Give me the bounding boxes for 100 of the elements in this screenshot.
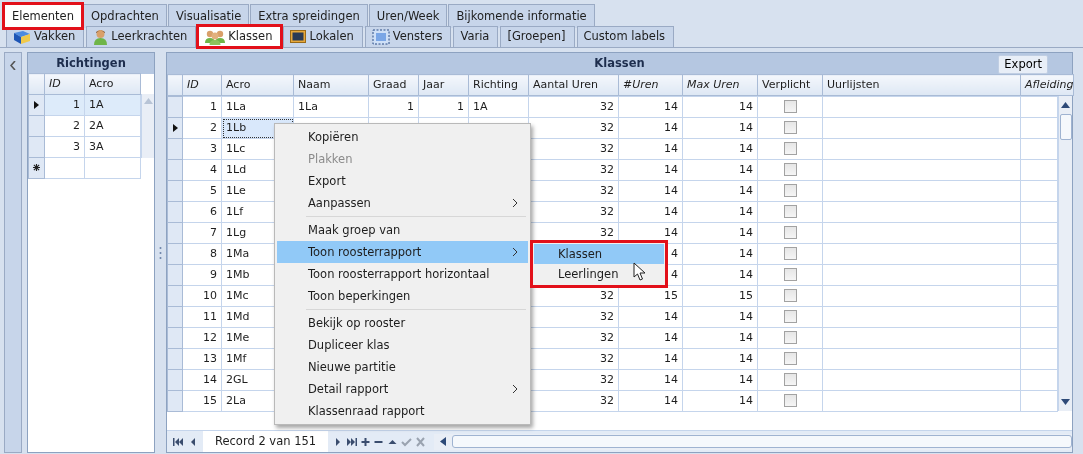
scroll-down-icon[interactable] <box>1061 399 1070 405</box>
table-cell: 9 <box>182 264 222 286</box>
table-cell: 10 <box>182 285 222 307</box>
column-header[interactable]: Acro <box>221 74 294 96</box>
table-cell: 32 <box>528 96 619 118</box>
table-cell: 2 <box>182 117 222 139</box>
column-header[interactable]: Naam <box>293 74 369 96</box>
table-cell: 2A <box>84 115 141 137</box>
checkbox[interactable] <box>783 100 797 114</box>
tab[interactable]: Leerkrachten <box>86 26 197 47</box>
table-cell: 14 <box>618 369 683 391</box>
table-cell: 14 <box>618 180 683 202</box>
table-cell: 14 <box>682 243 758 265</box>
checkbox[interactable] <box>783 352 797 366</box>
checkbox[interactable] <box>783 184 797 198</box>
splitter-grip-icon[interactable] <box>159 245 162 260</box>
column-header[interactable]: #Uren <box>618 74 683 96</box>
scrollbar[interactable] <box>1058 96 1072 411</box>
export-button[interactable]: Export <box>998 55 1048 74</box>
table-cell: 14 <box>618 306 683 328</box>
table-cell: 4 <box>182 159 222 181</box>
table-cell: 3 <box>44 136 85 158</box>
column-header[interactable]: Uurlijsten <box>822 74 1021 96</box>
column-header[interactable]: Max Uren <box>682 74 758 96</box>
scroll-thumb[interactable] <box>1059 114 1072 140</box>
column-header[interactable]: Acro <box>84 73 141 95</box>
last-record-icon[interactable] <box>345 436 357 447</box>
table-cell: 12 <box>182 327 222 349</box>
table-cell: 14 <box>682 159 758 181</box>
table-cell: 1 <box>418 96 469 118</box>
table-cell: 8 <box>182 243 222 265</box>
table-cell: 14 <box>618 201 683 223</box>
scrollbar[interactable] <box>141 94 154 158</box>
table-cell: 14 <box>682 306 758 328</box>
checkbox[interactable] <box>783 310 797 324</box>
table-cell: 1 <box>368 96 419 118</box>
check-icon[interactable] <box>400 436 412 447</box>
tab[interactable]: Custom labels <box>576 26 675 47</box>
people-icon <box>205 29 226 45</box>
column-header[interactable]: Jaar <box>418 74 469 96</box>
checkbox[interactable] <box>783 268 797 282</box>
menu-item[interactable]: Toon roosterrapport <box>277 241 528 263</box>
table-cell: 15 <box>682 285 758 307</box>
tab[interactable]: Uren/Week <box>368 4 448 28</box>
table-cell: 14 <box>682 138 758 160</box>
cancel-icon[interactable] <box>414 436 426 447</box>
table-cell: 14 <box>618 159 683 181</box>
column-header[interactable]: Aantal Uren <box>528 74 619 96</box>
checkbox[interactable] <box>783 226 797 240</box>
table-cell: 15 <box>182 390 222 412</box>
table-cell: 14 <box>682 117 758 139</box>
add-icon[interactable] <box>359 436 371 447</box>
table-cell: 14 <box>682 96 758 118</box>
checkbox[interactable] <box>783 205 797 219</box>
tab[interactable]: Elementen <box>4 4 82 28</box>
tab[interactable]: Bijkomende informatie <box>448 4 595 28</box>
column-header[interactable]: Afleiding <box>1020 74 1074 96</box>
table-cell: 14 <box>618 138 683 160</box>
table-cell: 14 <box>682 180 758 202</box>
tab[interactable]: Lokalen <box>283 26 363 47</box>
collapse-icon[interactable] <box>10 61 16 70</box>
checkbox[interactable] <box>783 331 797 345</box>
horizontal-scrollbar[interactable] <box>433 433 1072 450</box>
checkbox[interactable] <box>783 247 797 261</box>
mouse-pointer-icon <box>633 262 646 281</box>
scroll-up-icon[interactable] <box>1061 102 1070 108</box>
checkbox[interactable] <box>783 289 797 303</box>
table-cell: 11 <box>182 306 222 328</box>
tab[interactable]: Varia <box>453 26 499 47</box>
checkbox[interactable] <box>783 142 797 156</box>
column-header[interactable]: Verplicht <box>757 74 823 96</box>
checkbox[interactable] <box>783 121 797 135</box>
tab[interactable]: [Groepen] <box>500 26 575 47</box>
checkbox[interactable] <box>783 163 797 177</box>
table-cell: 1 <box>182 96 222 118</box>
table-cell: 14 <box>682 201 758 223</box>
table-cell: 14 <box>618 348 683 370</box>
table-cell: 6 <box>182 201 222 223</box>
record-counter: Record 2 van 151 <box>203 430 329 453</box>
menu-item[interactable]: Klassen <box>534 244 664 264</box>
tab[interactable]: Vensters <box>364 26 452 47</box>
column-header[interactable]: Graad <box>368 74 419 96</box>
checkbox[interactable] <box>783 394 797 408</box>
column-header[interactable]: Richting <box>468 74 529 96</box>
window-frame-icon <box>371 29 390 45</box>
current-row-icon <box>34 100 39 109</box>
table-cell: 1A <box>468 96 529 118</box>
column-header[interactable]: ID <box>44 73 85 95</box>
tab[interactable]: Klassen <box>198 26 282 47</box>
first-record-icon[interactable] <box>173 436 184 447</box>
tab[interactable]: Opdrachten <box>83 4 167 28</box>
column-header[interactable]: ID <box>182 74 222 96</box>
scroll-left-icon[interactable] <box>439 437 446 446</box>
panel-title: Richtingen <box>28 53 154 74</box>
checkbox[interactable] <box>783 373 797 387</box>
table-cell: 14 <box>618 117 683 139</box>
table-cell: 1La <box>293 96 369 118</box>
scroll-thumb[interactable] <box>451 435 1072 448</box>
table-cell: 14 <box>618 96 683 118</box>
table-cell: 14 <box>682 390 758 412</box>
